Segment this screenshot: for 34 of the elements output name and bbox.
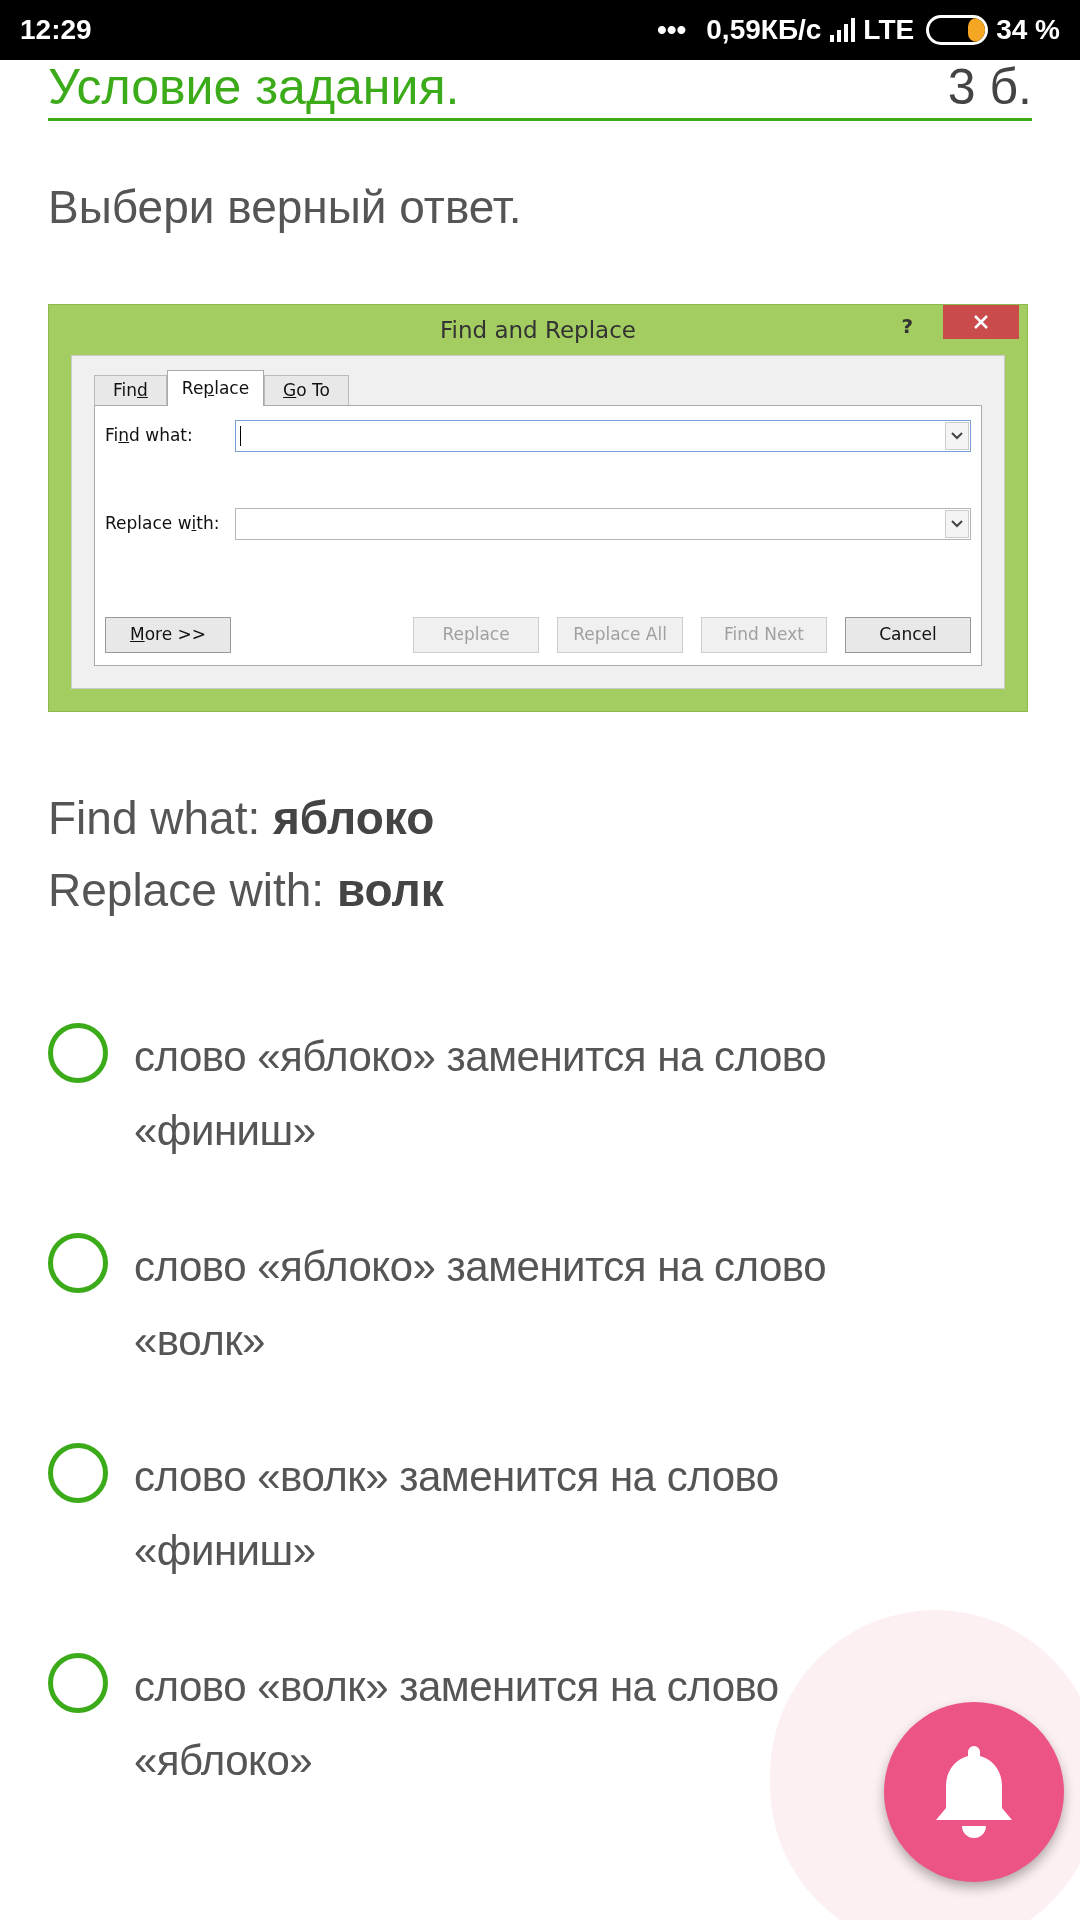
field-label: Replace with: xyxy=(105,512,221,536)
answer-option[interactable]: слово «яблоко» заменится на слово «финиш» xyxy=(134,1020,874,1168)
answer-option[interactable]: слово «волк» заменится на слово «финиш» xyxy=(134,1440,874,1588)
question-prompt: Выбери верный ответ. xyxy=(48,180,523,235)
radio-button[interactable] xyxy=(48,1233,108,1293)
field-label: Find what: xyxy=(105,424,194,448)
close-icon xyxy=(974,315,988,329)
radio-button[interactable] xyxy=(48,1023,108,1083)
network-speed: 0,59КБ/с xyxy=(706,13,822,47)
answer-option[interactable]: слово «волк» заменится на слово «яблоко» xyxy=(134,1650,874,1798)
battery-icon xyxy=(926,15,989,45)
radio-button[interactable] xyxy=(48,1653,108,1713)
combo-box[interactable] xyxy=(235,420,971,452)
dropdown-icon[interactable] xyxy=(945,510,969,538)
radio-button[interactable] xyxy=(48,1443,108,1503)
dialog-title: Find and Replace xyxy=(440,315,636,345)
given-value: Replace with: волк xyxy=(48,863,445,918)
network-type: LTE xyxy=(863,13,915,47)
signal-icon xyxy=(829,17,856,43)
dots-icon: ••• xyxy=(656,9,687,51)
dialog-tab[interactable]: Find xyxy=(94,375,167,405)
dialog-button[interactable]: Cancel xyxy=(845,617,971,653)
clock: 12:29 xyxy=(20,13,92,47)
task-title: Условие задания. xyxy=(48,62,460,112)
battery-percent: 34 % xyxy=(996,13,1060,47)
dropdown-icon[interactable] xyxy=(945,422,969,450)
help-button[interactable]: ? xyxy=(901,311,913,341)
dialog-button[interactable]: More >> xyxy=(105,617,231,653)
answer-option[interactable]: слово «яблоко» заменится на слово «волк» xyxy=(134,1230,874,1378)
close-button[interactable] xyxy=(943,305,1019,339)
task-points: 3 б. xyxy=(947,62,1032,112)
dialog-tab[interactable]: Go To xyxy=(264,375,349,405)
dialog-tab[interactable]: Replace xyxy=(166,370,265,406)
given-value: Find what: яблоко xyxy=(48,791,436,846)
